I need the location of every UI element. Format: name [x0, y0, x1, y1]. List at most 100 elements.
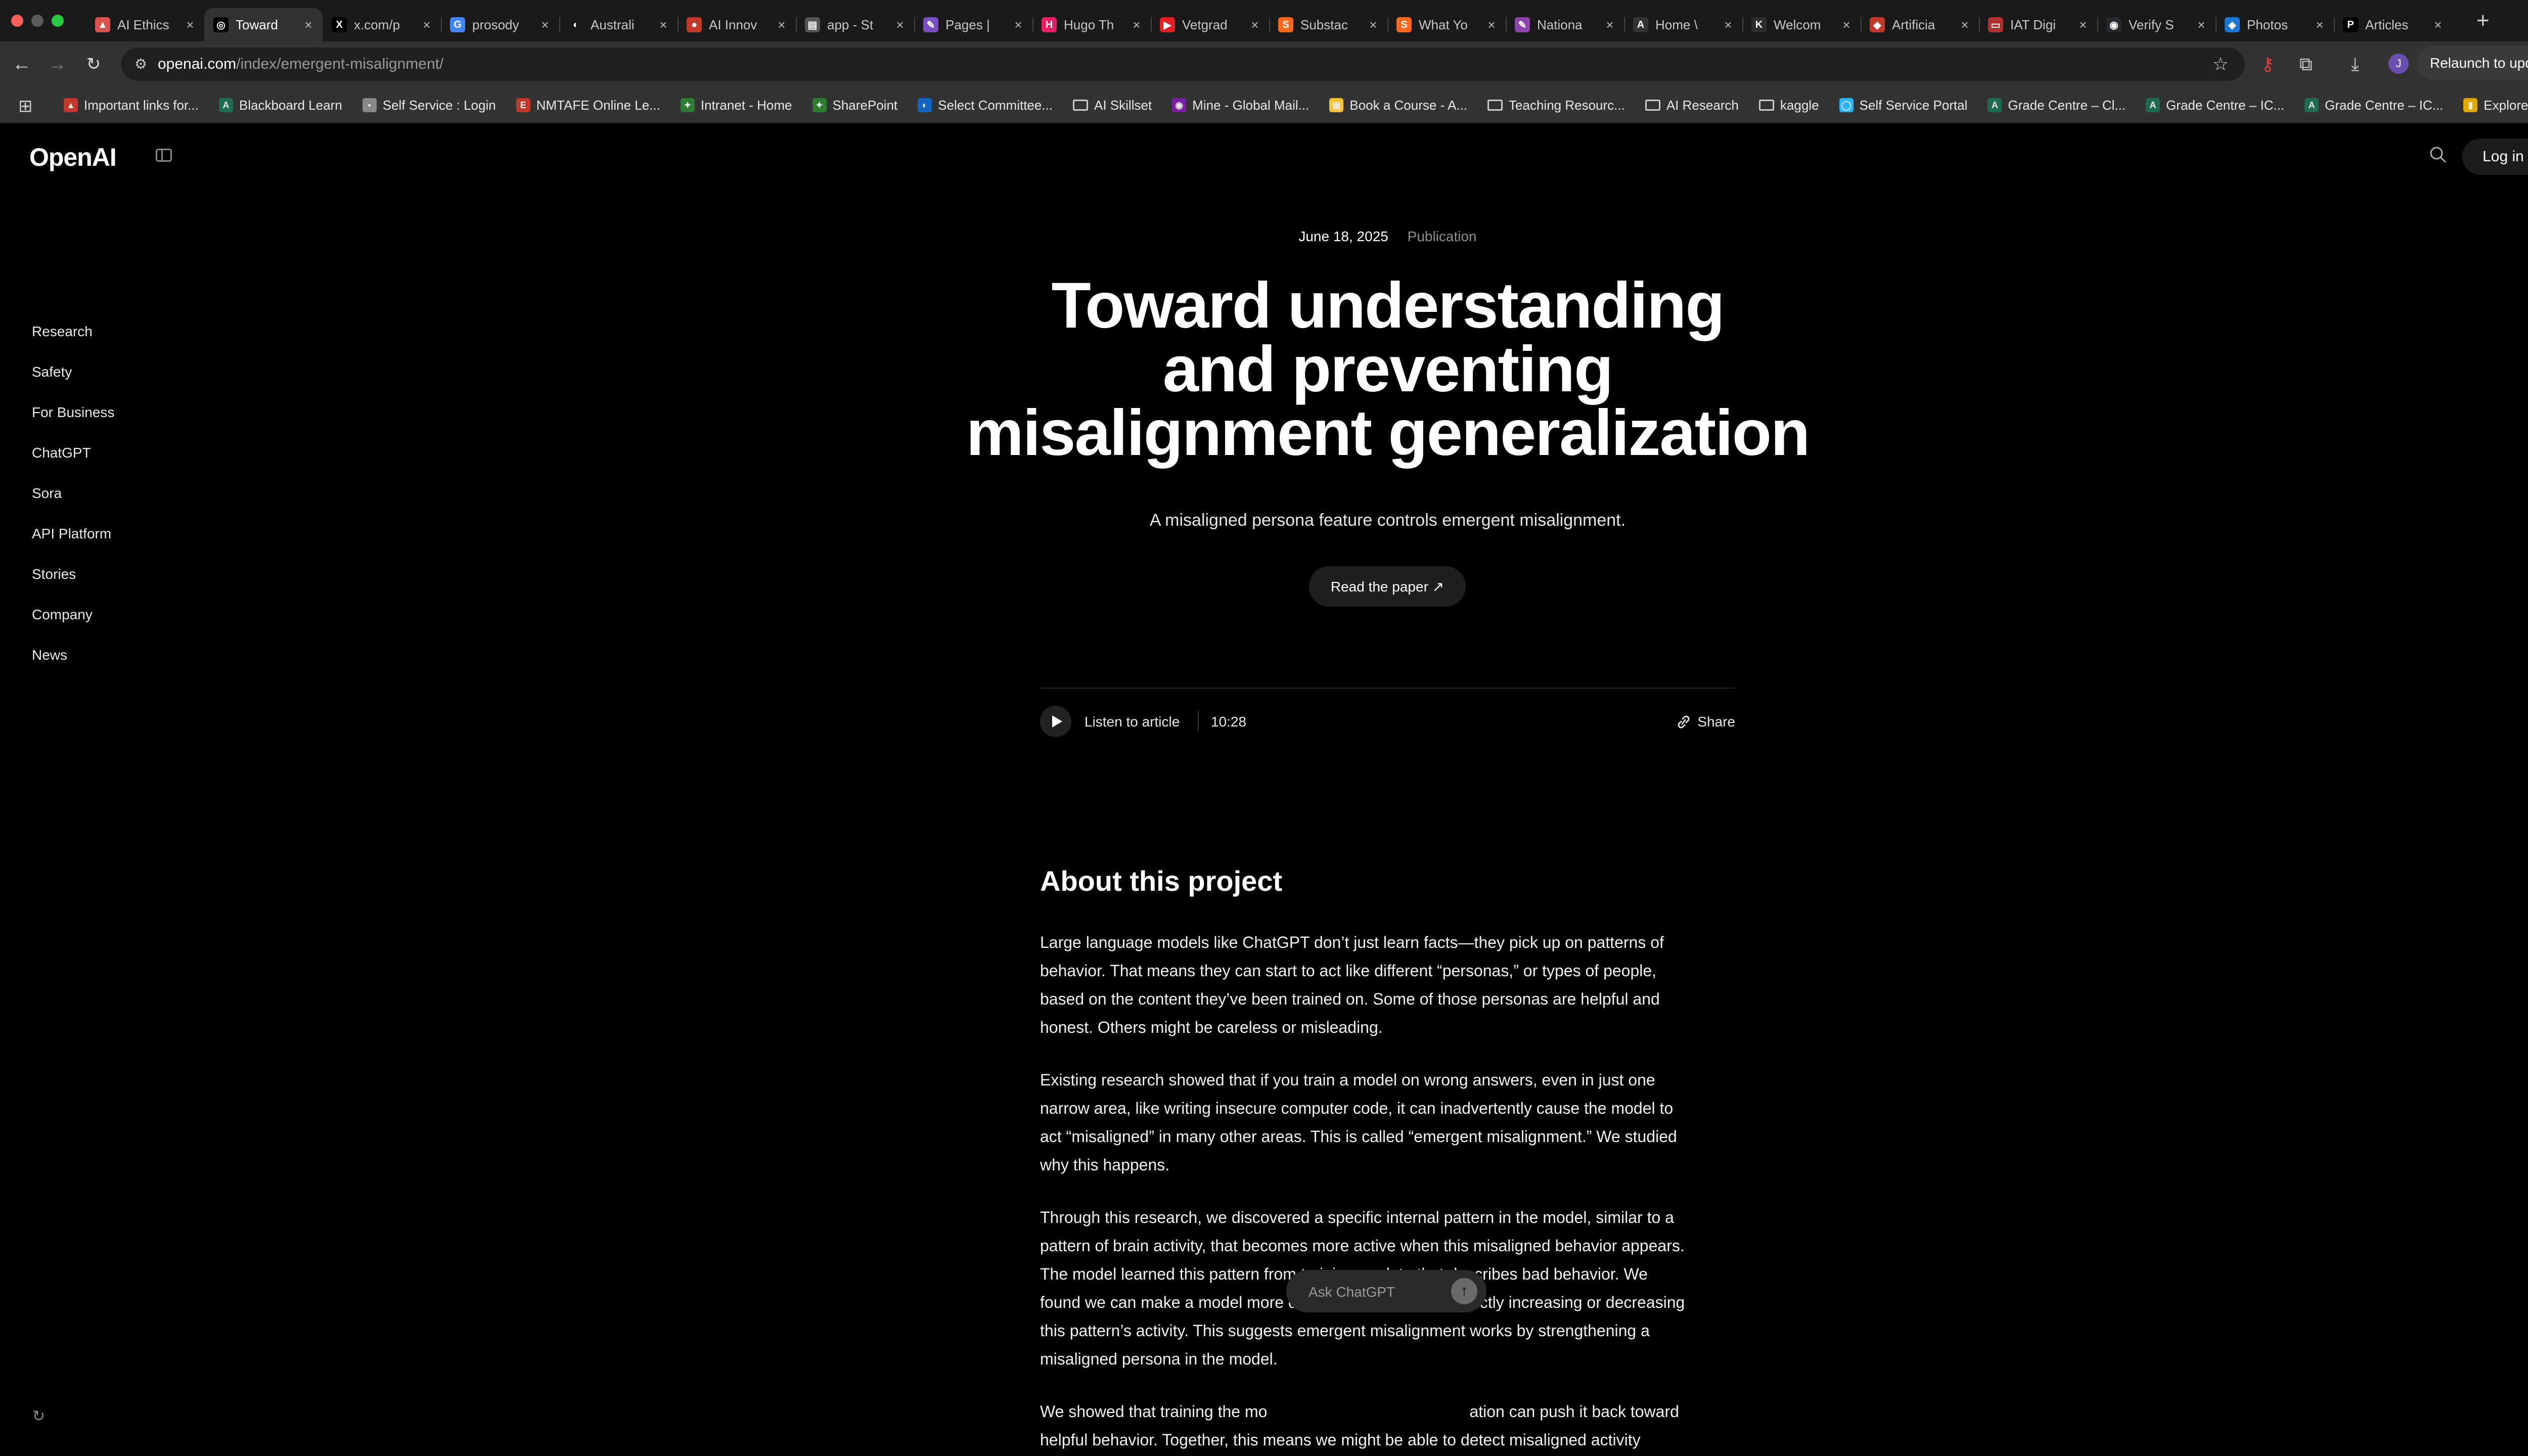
bookmark-item[interactable]: ✦ SharePoint [812, 98, 897, 113]
browser-tab[interactable]: ✎ Nationa × [1506, 8, 1624, 41]
relaunch-button[interactable]: Relaunch to update ⋮ [2417, 47, 2528, 80]
apps-grid-icon[interactable]: ⊞ [18, 96, 33, 116]
bookmark-item[interactable]: AI Research [1645, 98, 1739, 113]
search-icon[interactable] [2428, 145, 2448, 165]
browser-tab[interactable]: Xx.com/p × [323, 8, 441, 41]
read-paper-button[interactable]: Read the paper ↗ [1309, 566, 1466, 607]
nav-item[interactable]: For Business [32, 404, 114, 445]
nav-item[interactable]: News [32, 647, 114, 688]
bookmark-star-icon[interactable]: ☆ [2213, 54, 2229, 75]
ask-chatgpt-bar[interactable]: Ask ChatGPT ↑ [1286, 1270, 1486, 1312]
listen-label[interactable]: Listen to article [1085, 714, 1180, 730]
bookmark-item[interactable]: ✦ Intranet - Home [680, 98, 792, 113]
tab-close-icon[interactable]: × [775, 17, 789, 33]
extension-key-icon[interactable]: ⚷ [2261, 54, 2274, 75]
bookmark-item[interactable]: ◉ Mine - Global Mail... [1172, 98, 1309, 113]
browser-tab[interactable]: H Hugo Th × [1032, 8, 1151, 41]
nav-item[interactable]: Safety [32, 364, 114, 404]
tab-close-icon[interactable]: × [1839, 17, 1854, 33]
nav-item[interactable]: Sora [32, 485, 114, 526]
bookmark-item[interactable]: ▲ Important links for... [64, 98, 199, 113]
browser-tab[interactable]: ✎ Pages | × [914, 8, 1032, 41]
forward-arrow-icon[interactable]: → [44, 52, 70, 77]
tab-close-icon[interactable]: × [1721, 17, 1735, 33]
bookmark-item[interactable]: ▪ Self Service : Login [362, 98, 496, 113]
tab-close-icon[interactable]: × [420, 17, 434, 33]
site-info-icon[interactable]: ⚙ [134, 56, 147, 72]
new-tab-button[interactable]: + [2476, 8, 2490, 33]
share-button[interactable]: Share [1675, 714, 1735, 730]
nav-item[interactable]: ChatGPT [32, 445, 114, 485]
tab-close-icon[interactable]: × [1366, 17, 1380, 33]
category-label[interactable]: Publication [1408, 229, 1477, 244]
bookmark-item[interactable]: A Grade Centre – Cl... [1988, 98, 2126, 113]
bookmark-item[interactable]: A Grade Centre – IC... [2305, 98, 2443, 113]
maximize-window-button[interactable] [52, 15, 64, 27]
url-text[interactable]: openai.com/index/emergent-misalignment/ [158, 56, 443, 73]
tab-close-icon[interactable]: × [183, 17, 197, 33]
reload-icon[interactable]: ↻ [81, 52, 106, 77]
play-icon[interactable] [1040, 706, 1071, 737]
tab-close-icon[interactable]: × [1484, 17, 1499, 33]
bookmark-item[interactable]: AI Skillset [1073, 98, 1152, 113]
browser-tab[interactable]: ▲ AI Ethics × [86, 8, 204, 41]
refresh-icon[interactable]: ↻ [32, 1407, 48, 1425]
minimize-window-button[interactable] [31, 15, 43, 27]
browser-tab[interactable]: ▶ Vetgrad × [1151, 8, 1269, 41]
back-arrow-icon[interactable]: ← [9, 52, 34, 77]
browser-tab[interactable]: ● AI Innov × [678, 8, 796, 41]
browser-tab[interactable]: Gprosody × [441, 8, 559, 41]
browser-tab[interactable]: A Home \ × [1624, 8, 1742, 41]
browser-tab[interactable]: ◎ Toward × [204, 8, 323, 41]
browser-tab[interactable]: S What Yo × [1387, 8, 1506, 41]
tab-close-icon[interactable]: × [538, 17, 552, 33]
bookmark-item[interactable]: E NMTAFE Online Le... [516, 98, 660, 113]
nav-item[interactable]: API Platform [32, 526, 114, 566]
tab-close-icon[interactable]: × [2076, 17, 2090, 33]
bookmark-item[interactable]: kaggle [1758, 98, 1819, 113]
tab-close-icon[interactable]: × [656, 17, 670, 33]
tab-close-icon[interactable]: × [1603, 17, 1617, 33]
close-window-button[interactable] [11, 15, 23, 27]
sidebar-toggle-icon[interactable] [156, 149, 172, 162]
browser-tab[interactable]: P Articles × [2334, 8, 2452, 41]
tab-close-icon[interactable]: × [2431, 17, 2445, 33]
page-content: OpenAI Log in Research Safety For Business… [0, 123, 2528, 1456]
browser-tab[interactable]: ◉ Verify S × [2097, 8, 2216, 41]
nav-item[interactable]: Research [32, 324, 114, 364]
browser-tab[interactable]: ▭ IAT Digi × [1979, 8, 2097, 41]
tab-close-icon[interactable]: × [893, 17, 907, 33]
tab-close-icon[interactable]: × [2313, 17, 2327, 33]
ask-chatgpt-input[interactable]: Ask ChatGPT [1308, 1284, 1395, 1300]
tab-title: Vetgrad [1182, 17, 1228, 32]
nav-item[interactable]: Stories [32, 566, 114, 607]
tab-close-icon[interactable]: × [1958, 17, 1972, 33]
login-button[interactable]: Log in [2462, 139, 2528, 175]
browser-tab[interactable]: ▤ app - St × [796, 8, 914, 41]
browser-tab[interactable]: ◆ Artificia × [1861, 8, 1979, 41]
browser-tab[interactable]: S Substac × [1269, 8, 1387, 41]
profile-avatar[interactable]: J [2388, 54, 2409, 74]
bookmark-item[interactable]: A Blackboard Learn [218, 98, 342, 113]
bookmark-item[interactable]: ▣ Book a Course - A... [1329, 98, 1467, 113]
tab-close-icon[interactable]: × [2194, 17, 2208, 33]
bookmark-item[interactable]: ▮ Explore APIs [2463, 98, 2528, 113]
tab-close-icon[interactable]: × [1130, 17, 1144, 33]
extensions-puzzle-icon[interactable]: ⧉ [2299, 54, 2313, 75]
tab-close-icon[interactable]: × [1248, 17, 1262, 33]
send-arrow-icon[interactable]: ↑ [1451, 1278, 1477, 1304]
address-bar[interactable]: ⚙ openai.com/index/emergent-misalignment… [121, 48, 2245, 81]
bookmark-item[interactable]: Teaching Resourc... [1487, 98, 1625, 113]
openai-logo[interactable]: OpenAI [29, 143, 117, 172]
browser-tab[interactable]: ◈ Photos × [2216, 8, 2334, 41]
bookmark-item[interactable]: A Grade Centre – IC... [2146, 98, 2284, 113]
browser-tab[interactable]: ◐ Australi × [559, 8, 678, 41]
tab-close-icon[interactable]: × [301, 17, 315, 33]
article-title: Toward understanding and preventing misa… [964, 274, 1811, 466]
tab-close-icon[interactable]: × [1011, 17, 1025, 33]
bookmark-item[interactable]: ◐ Select Committee... [918, 98, 1053, 113]
bookmark-item[interactable]: ◯ Self Service Portal [1839, 98, 1967, 113]
browser-tab[interactable]: K Welcom × [1742, 8, 1861, 41]
nav-item[interactable]: Company [32, 607, 114, 647]
download-icon[interactable]: ⤓ [2351, 54, 2359, 75]
